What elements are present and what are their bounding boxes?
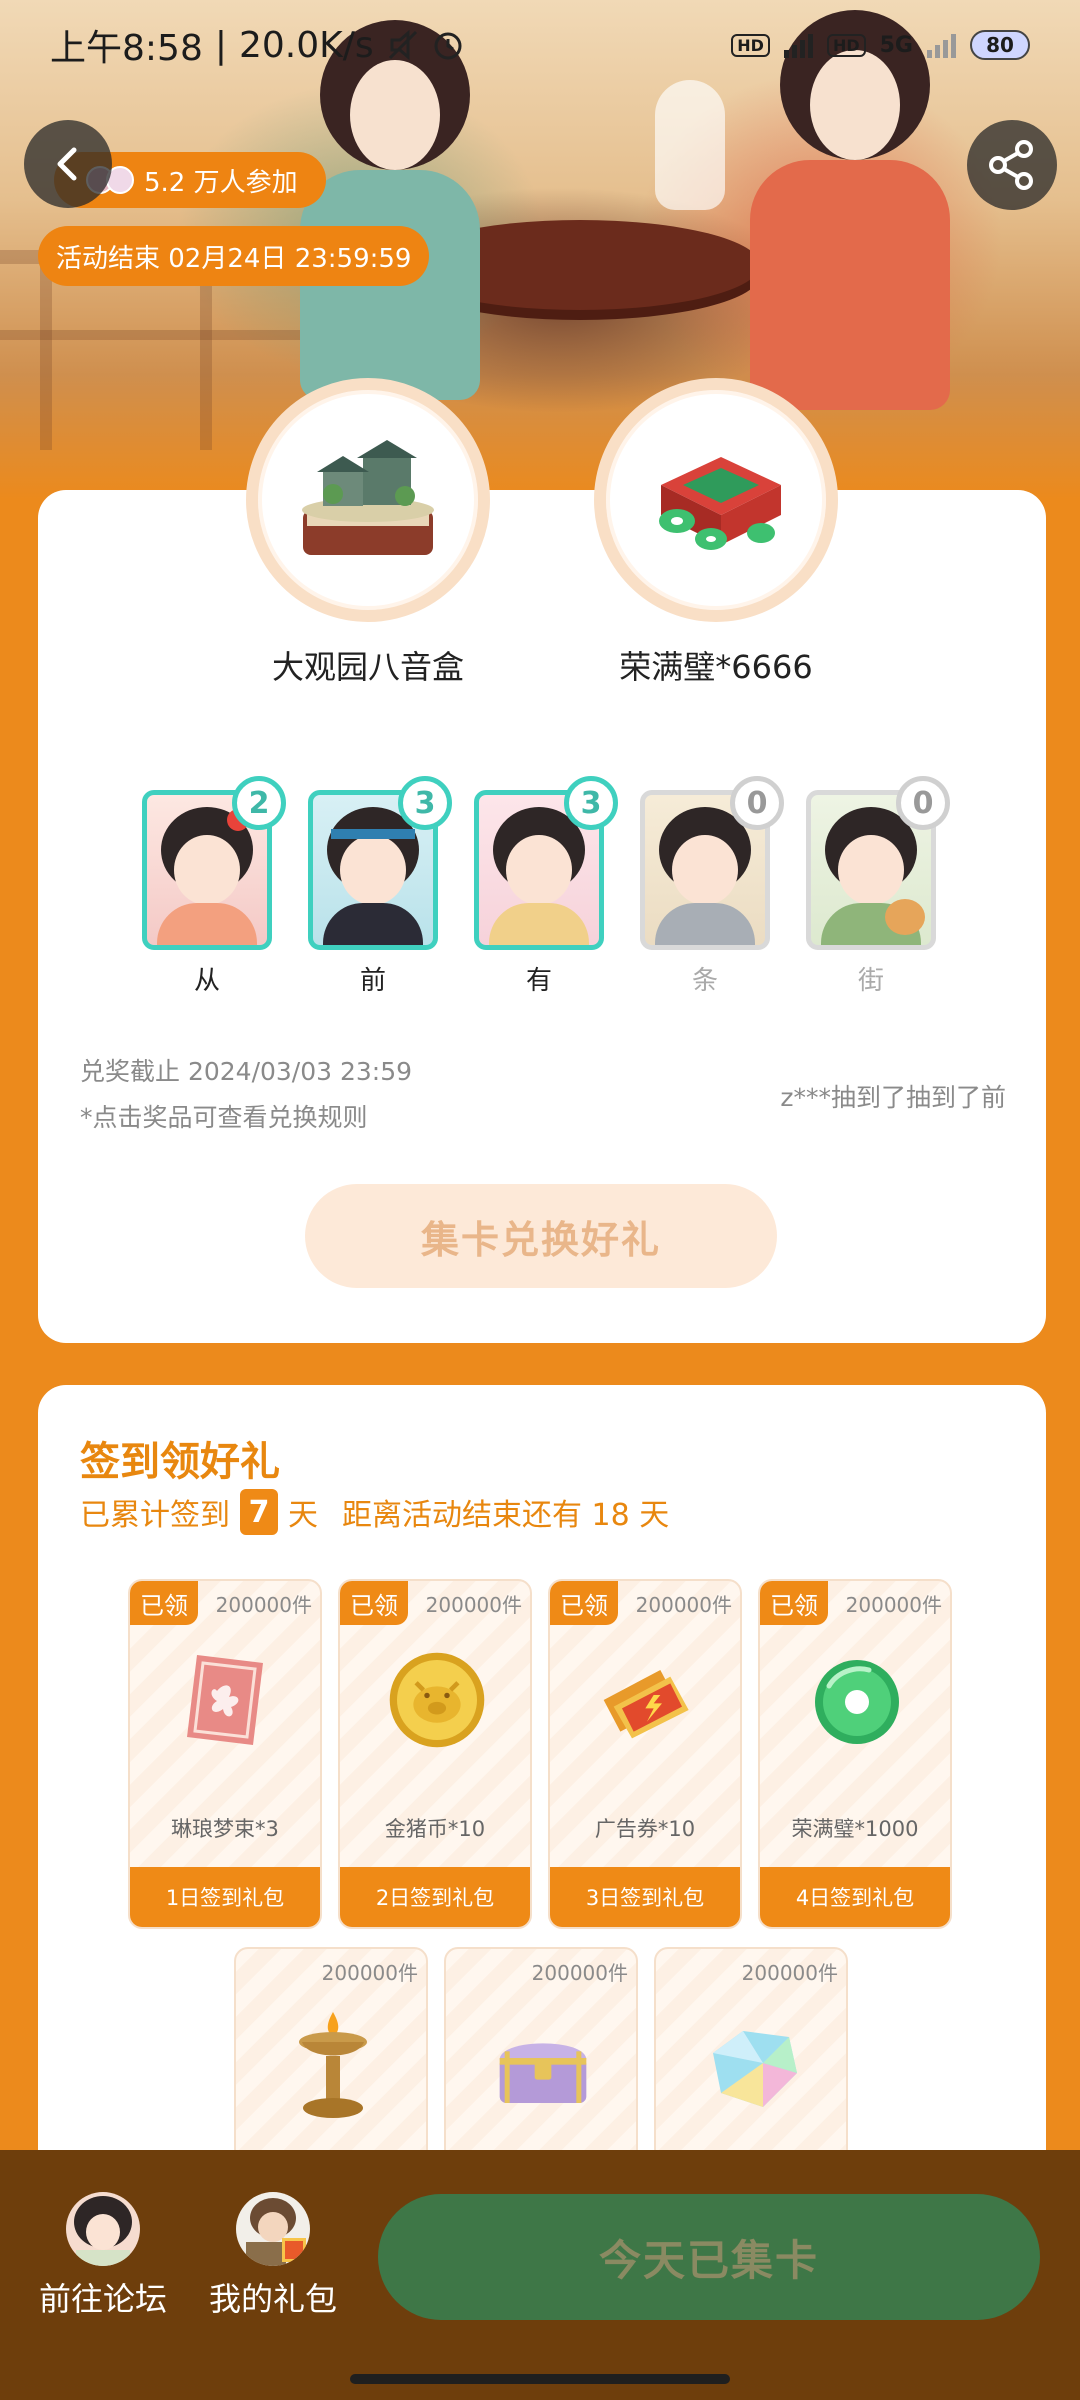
card-count-badge: 0 [730, 776, 784, 830]
forum-avatar [66, 2192, 140, 2266]
character-cards: 2 从 3 前 3 有 0 条 0 街 [142, 776, 950, 997]
prize-music-box[interactable]: 大观园八音盒 [246, 378, 490, 688]
chevron-left-icon [57, 147, 77, 181]
signin-remaining: 距离活动结束还有 18 天 [342, 1498, 670, 1533]
crystal-gem-icon [703, 2013, 803, 2123]
gift-name: 广告券*10 [594, 1817, 696, 1841]
exchange-gift-button[interactable]: 集卡兑换好礼 [305, 1184, 777, 1288]
character-card[interactable]: 3 有 [474, 776, 618, 997]
signin-gift-4[interactable]: 已领 200000件 荣满璧*1000 4日签到礼包 [758, 1579, 952, 1929]
character-label: 从 [193, 966, 220, 996]
claimed-tag: 已领 [340, 1581, 408, 1625]
character-label: 街 [857, 966, 884, 996]
back-button[interactable] [24, 120, 112, 208]
vase-illustration [655, 80, 725, 210]
gift-name: 金猪币*10 [384, 1817, 486, 1841]
bottom-action-bar: 前往论坛 我的礼包 今天已集卡 [0, 2150, 1080, 2400]
card-count-badge: 3 [564, 776, 618, 830]
forum-entry[interactable]: 前往论坛 [18, 2192, 188, 2320]
signin-summary: 已累计签到 7 天 距离活动结束还有 18 天 [80, 1489, 669, 1535]
signin-gift-3[interactable]: 已领 200000件 广告券*10 3日签到礼包 [548, 1579, 742, 1929]
gift-name: 荣满璧*1000 [791, 1817, 919, 1841]
mute-icon [388, 29, 417, 61]
forum-label: 前往论坛 [38, 2280, 167, 2318]
battery-icon: 80 [970, 30, 1030, 60]
gift-pack-label: 1日签到礼包 [130, 1867, 320, 1927]
participants-count: 5.2 万人参加 [144, 167, 298, 198]
character-label: 前 [359, 966, 386, 996]
character-label: 有 [525, 966, 552, 996]
claimed-tag: 已领 [760, 1581, 828, 1625]
signin-gift-1[interactable]: 已领 200000件 琳琅梦束*3 1日签到礼包 [128, 1579, 322, 1929]
ribbon-ticket-icon [177, 1645, 277, 1755]
character-label: 条 [691, 966, 718, 996]
status-time: 上午8:58 [50, 28, 203, 69]
character-card[interactable]: 0 条 [640, 776, 784, 997]
activity-end-pill: 活动结束 02月24日 23:59:59 [38, 226, 430, 286]
signin-title: 签到领好礼 [80, 1439, 280, 1485]
signin-gift-2[interactable]: 已领 200000件 金猪币*10 2日签到礼包 [338, 1579, 532, 1929]
status-network-speed: 20.0K/s [238, 24, 374, 66]
network-type: 5G [879, 32, 913, 58]
share-button[interactable] [967, 120, 1057, 210]
alarm-icon [434, 32, 462, 60]
signin-day-unit: 天 [288, 1498, 318, 1533]
gift-pack-label: 3日签到礼包 [550, 1867, 740, 1927]
signin-days: 7 [240, 1489, 278, 1535]
redeem-rule-hint[interactable]: *点击奖品可查看兑换规则 [80, 1098, 368, 1134]
prize-circle [246, 378, 490, 622]
treasure-chest-icon [493, 2013, 593, 2123]
draw-broadcast: z***抽到了抽到了前 [780, 1083, 1006, 1112]
gift-pack-label: 2日签到礼包 [340, 1867, 530, 1927]
signal-icon-2 [927, 32, 956, 58]
signal-icon [783, 32, 813, 58]
hd-icon-2: HD [826, 33, 866, 57]
prize-circle [594, 378, 838, 622]
gift-stock: 200000件 [321, 1961, 418, 1985]
share-icon [989, 140, 1033, 190]
character-card[interactable]: 0 街 [806, 776, 950, 997]
gift-stock: 200000件 [425, 1593, 522, 1617]
prize-jade[interactable]: 荣满璧*6666 [594, 378, 838, 688]
gift-stock: 200000件 [845, 1593, 942, 1617]
gift-pack-label: 4日签到礼包 [760, 1867, 950, 1927]
collect-card-button[interactable]: 今天已集卡 [378, 2194, 1040, 2320]
oil-lamp-icon [283, 2012, 383, 2123]
home-indicator[interactable] [350, 2374, 730, 2384]
my-gifts-label: 我的礼包 [208, 2280, 337, 2318]
gift-stock: 200000件 [215, 1593, 312, 1617]
gold-pig-coin-icon [387, 1645, 487, 1755]
card-collection: 大观园八音盒 荣满璧*6666 2 从 3 前 3 有 0 条 0 街 兑奖截止… [38, 378, 1046, 1343]
gift-name: 琳琅梦束*3 [171, 1817, 279, 1841]
card-count-badge: 2 [232, 776, 286, 830]
character-card[interactable]: 2 从 [142, 776, 286, 997]
claimed-tag: 已领 [130, 1581, 198, 1625]
gift-stock: 200000件 [741, 1961, 838, 1985]
card-count-badge: 3 [398, 776, 452, 830]
claimed-tag: 已领 [550, 1581, 618, 1625]
redeem-deadline: 兑奖截止 2024/03/03 23:59 [80, 1057, 413, 1086]
ad-coupon-icon [597, 1645, 697, 1755]
prize-name: 荣满璧*6666 [619, 648, 813, 686]
jade-box-icon [659, 457, 781, 550]
prize-name: 大观园八音盒 [271, 648, 464, 686]
hd-icon: HD [731, 33, 770, 57]
signin-cumulative-label: 已累计签到 [80, 1498, 230, 1533]
character-card[interactable]: 3 前 [308, 776, 452, 997]
my-gifts-entry[interactable]: 我的礼包 [188, 2192, 358, 2320]
jade-disc-icon [807, 1645, 907, 1755]
status-bar: 上午8:58 | 20.0K/s HD HD 5G 80 [0, 0, 1080, 90]
activity-end-text: 活动结束 02月24日 23:59:59 [56, 243, 412, 274]
card-count-badge: 0 [896, 776, 950, 830]
music-box-icon [302, 440, 434, 555]
gifts-avatar [236, 2192, 310, 2266]
gift-stock: 200000件 [635, 1593, 732, 1617]
gift-stock: 200000件 [531, 1961, 628, 1985]
